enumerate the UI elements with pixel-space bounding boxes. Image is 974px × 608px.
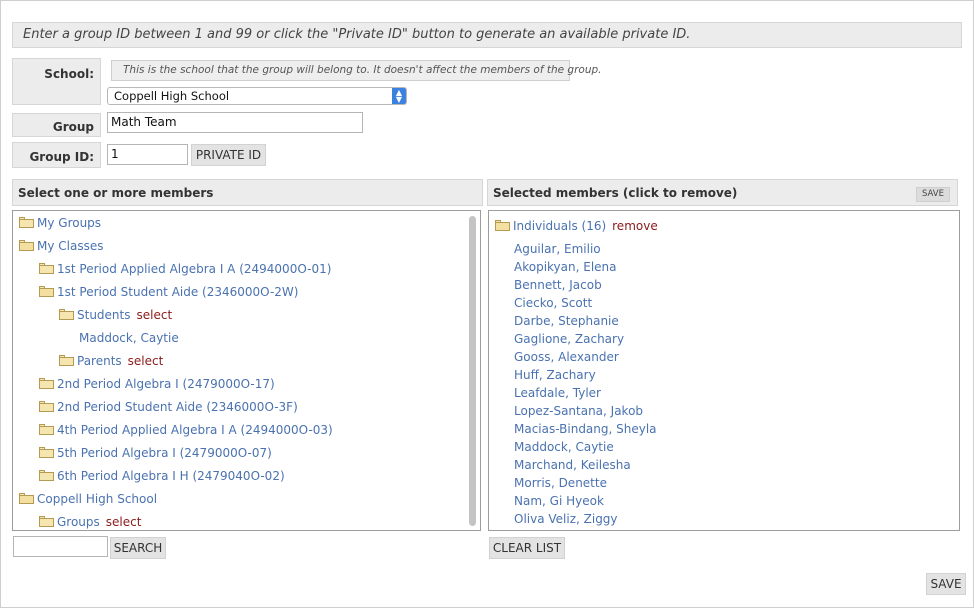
tree-item-class[interactable]: 1st Period Applied Algebra I A (2494000O… [39,261,331,277]
selected-group-individuals[interactable]: Individuals (16) remove [495,218,658,234]
folder-icon [39,470,54,481]
selected-heading: Selected members (click to remove) [487,179,958,206]
group-id-input[interactable]: 1 [107,144,188,165]
folder-open-icon [19,240,34,251]
group-name-label: Group name: [12,113,101,160]
selected-member[interactable]: Leafdale, Tyler [514,385,601,401]
tree-item-class[interactable]: 2nd Period Student Aide (2346000O-3F) [39,399,298,415]
folder-icon [59,355,74,366]
folder-icon [39,401,54,412]
tree-item-school[interactable]: Coppell High School [19,491,157,507]
selected-member[interactable]: Bennett, Jacob [514,277,602,293]
folder-icon [39,263,54,274]
private-id-button[interactable]: PRIVATE ID [191,144,266,166]
school-label: School: [12,58,101,105]
tree-item-my-groups[interactable]: My Groups [19,215,101,231]
selected-member[interactable]: Nam, Gi Hyeok [514,493,604,509]
tree-item-parents[interactable]: Parents select [59,353,163,369]
tree-scrollbar[interactable] [469,216,476,526]
tree-item-my-classes[interactable]: My Classes [19,238,103,254]
selected-member[interactable]: Oliva Veliz, Ziggy [514,511,618,527]
selected-member[interactable]: Gooss, Alexander [514,349,619,365]
folder-icon [59,309,74,320]
members-heading: Select one or more members [12,179,483,206]
folder-icon [39,378,54,389]
school-select[interactable]: Coppell High School ▲ ▼ [107,87,407,105]
members-tree-panel: My Groups My Classes 1st Period Applied … [12,210,481,531]
group-name-input[interactable]: Math Team [107,112,363,133]
tree-item-class[interactable]: 1st Period Student Aide (2346000O-2W) [39,284,298,300]
selected-member[interactable]: Macias-Bindang, Sheyla [514,421,657,437]
search-input[interactable] [13,536,108,557]
group-id-label: Group ID: [12,142,101,168]
selected-member[interactable]: Aguilar, Emilio [514,241,601,257]
folder-open-icon [39,286,54,297]
instructions-banner: Enter a group ID between 1 and 99 or cli… [12,22,962,48]
select-link[interactable]: select [128,354,164,368]
tree-item-class[interactable]: 5th Period Algebra I (2479000O-07) [39,445,272,461]
remove-link[interactable]: remove [612,219,658,233]
selected-member[interactable]: Marchand, Keilesha [514,457,631,473]
select-link[interactable]: select [137,308,173,322]
folder-icon [19,217,34,228]
save-button[interactable]: SAVE [926,573,966,595]
selected-member[interactable]: Gaglione, Zachary [514,331,624,347]
selected-member[interactable]: Akopikyan, Elena [514,259,617,275]
tree-item-class[interactable]: 2nd Period Algebra I (2479000O-17) [39,376,275,392]
folder-icon [39,424,54,435]
add-group-form: Enter a group ID between 1 and 99 or cli… [0,0,974,608]
selected-member[interactable]: Maddock, Caytie [514,439,614,455]
select-arrows-icon: ▲ ▼ [392,88,406,104]
clear-list-button[interactable]: CLEAR LIST [489,537,565,559]
tree-item-member[interactable]: Maddock, Caytie [79,330,179,346]
select-link[interactable]: select [106,515,142,529]
tree-item-class[interactable]: 6th Period Algebra I H (2479040O-02) [39,468,285,484]
selected-members-panel: Individuals (16) remove Aguilar, Emilio A… [488,210,960,531]
selected-member[interactable]: Ciecko, Scott [514,295,592,311]
school-note: This is the school that the group will b… [111,60,602,81]
folder-open-icon [19,493,34,504]
school-select-value: Coppell High School [114,89,230,103]
selected-member[interactable]: Darbe, Stephanie [514,313,619,329]
tree-item-groups[interactable]: Groups select [39,514,141,530]
selected-member[interactable]: Lopez-Santana, Jakob [514,403,643,419]
folder-icon [39,447,54,458]
folder-icon [39,516,54,527]
tree-item-class[interactable]: 4th Period Applied Algebra I A (2494000O… [39,422,333,438]
tree-item-students[interactable]: Students select [59,307,172,323]
save-small-button[interactable]: SAVE [916,187,950,202]
folder-open-icon [495,220,510,231]
search-button[interactable]: SEARCH [110,537,166,559]
selected-member[interactable]: Morris, Denette [514,475,607,491]
selected-member[interactable]: Huff, Zachary [514,367,596,383]
